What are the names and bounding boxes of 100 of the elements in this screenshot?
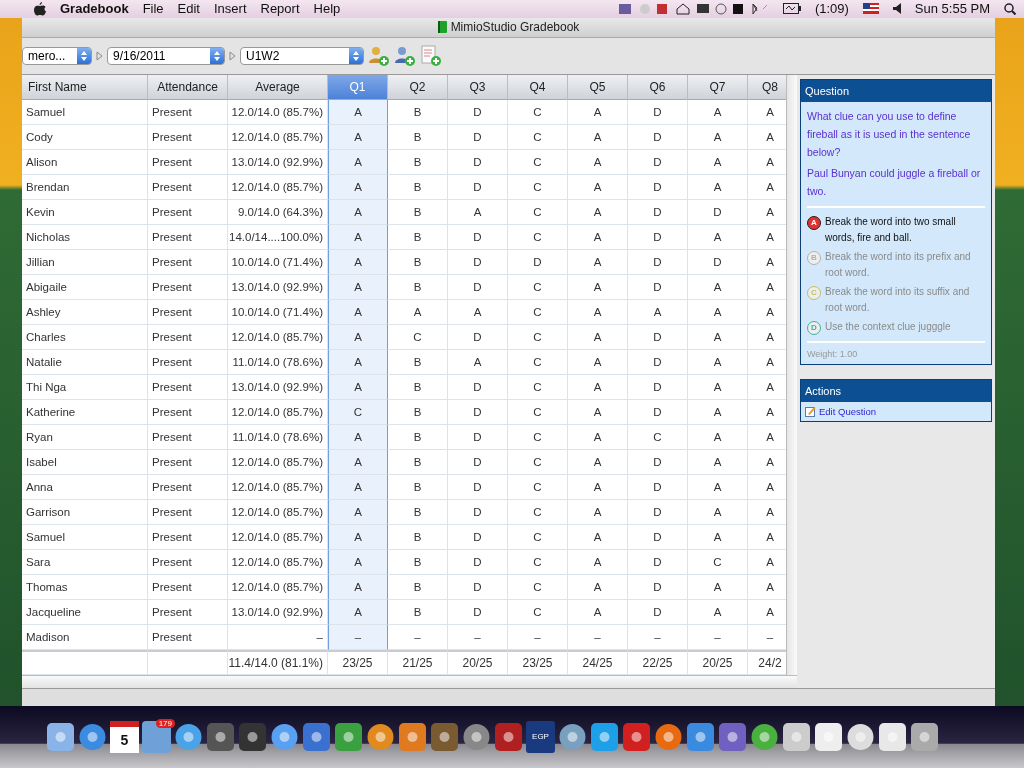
menu-item[interactable]: Edit (177, 1, 200, 17)
table-cell: 13.0/14.0 (92.9%) (228, 599, 328, 625)
app-icon[interactable] (302, 720, 331, 753)
table-cell: – (688, 624, 748, 650)
table-cell: – (388, 624, 448, 650)
table-cell: B (388, 149, 448, 175)
total-cell: 24/25 (568, 649, 628, 675)
column-header[interactable]: Q7 (688, 74, 748, 100)
search-icon[interactable] (1004, 2, 1016, 15)
table-cell: Present (148, 124, 228, 150)
table-cell: Present (148, 224, 228, 250)
column-header[interactable]: Q8 (748, 74, 786, 100)
app-icon[interactable] (622, 720, 651, 753)
column-header[interactable]: Q2 (388, 74, 448, 100)
app-menu[interactable]: Gradebook (60, 1, 129, 17)
vertical-scrollbar[interactable] (786, 74, 797, 675)
apple-icon[interactable] (34, 1, 46, 16)
column-header[interactable]: Q5 (568, 74, 628, 100)
stepper-arrows-icon (80, 49, 88, 62)
column-header[interactable]: Attendance (148, 74, 228, 100)
stepper-arrows-icon (352, 49, 360, 62)
table-cell: A (448, 299, 508, 325)
date-popup[interactable]: 9/16/2011 (107, 46, 225, 65)
calendar-icon[interactable]: 5 (110, 720, 139, 753)
table-cell: D (628, 599, 688, 625)
column-header[interactable]: Average (228, 74, 328, 100)
app-icon[interactable] (494, 720, 523, 753)
app-icon[interactable] (46, 720, 75, 753)
table-cell: D (628, 199, 688, 225)
table-cell: A (568, 274, 628, 300)
flag-icon[interactable] (862, 3, 879, 15)
total-cell: 23/25 (328, 649, 388, 675)
menu-item[interactable]: Help (313, 1, 341, 17)
table-cell: 13.0/14.0 (92.9%) (228, 374, 328, 400)
table-cell: B (388, 449, 448, 475)
menu-clock[interactable]: Sun 5:55 PM (914, 1, 990, 17)
table-cell: 12.0/14.0 (85.7%) (228, 549, 328, 575)
table-cell: A (688, 474, 748, 500)
table-cell: A (688, 599, 748, 625)
app-icon[interactable] (782, 720, 811, 753)
table-cell: A (628, 299, 688, 325)
table-cell: A (688, 524, 748, 550)
add-document-icon[interactable] (420, 44, 442, 67)
table-cell: A (688, 274, 748, 300)
table-cell: Samuel (22, 524, 148, 550)
app-icon[interactable] (398, 720, 427, 753)
column-header[interactable]: Q3 (448, 74, 508, 100)
menu-item[interactable]: File (142, 1, 164, 17)
table-cell: 12.0/14.0 (85.7%) (228, 124, 328, 150)
add-group-icon[interactable] (394, 44, 416, 67)
table-cell: Present (148, 424, 228, 450)
choice-text: Break the word into its prefix and root word. (825, 249, 972, 280)
table-cell: A (568, 549, 628, 575)
choice-letter[interactable]: A (807, 215, 821, 230)
app-icon[interactable] (334, 720, 363, 753)
table-cell: A (568, 199, 628, 225)
table-cell: C (508, 99, 568, 125)
app-icon[interactable] (910, 720, 939, 753)
speaker-icon[interactable] (892, 3, 901, 15)
status-icons[interactable] (618, 1, 769, 16)
table-cell: A (328, 499, 388, 525)
table-cell: C (508, 574, 568, 600)
app-icon[interactable] (718, 720, 747, 753)
battery-icon[interactable] (782, 3, 801, 15)
table-cell: B (388, 424, 448, 450)
table-cell: A (688, 349, 748, 375)
app-icon[interactable] (878, 720, 907, 753)
app-icon[interactable] (430, 720, 459, 753)
table-cell: D (628, 449, 688, 475)
table-cell: A (328, 324, 388, 350)
column-header[interactable]: Q4 (508, 74, 568, 100)
app-icon[interactable] (590, 720, 619, 753)
assessment-popup[interactable]: U1W2 (240, 46, 364, 65)
table-cell: – (448, 624, 508, 650)
table-cell: Garrison (22, 499, 148, 525)
table-cell: D (628, 349, 688, 375)
table-cell: A (328, 124, 388, 150)
table-cell: A (568, 399, 628, 425)
table-cell: A (688, 499, 748, 525)
column-header[interactable]: Q6 (628, 74, 688, 100)
checkmark-app-icon[interactable]: EGP (526, 720, 555, 753)
table-cell: A (568, 124, 628, 150)
table-cell: C (508, 349, 568, 375)
edit-question-link[interactable]: Edit Question (801, 401, 991, 421)
app-icon[interactable] (238, 720, 267, 753)
class-popup[interactable]: mero... (22, 46, 92, 65)
add-student-icon[interactable] (368, 44, 390, 67)
app-icon[interactable] (814, 720, 843, 753)
app-icon[interactable] (206, 720, 235, 753)
table-cell: A (568, 424, 628, 450)
menu-item[interactable]: Insert (214, 1, 247, 17)
table-cell: C (508, 324, 568, 350)
table-cell: B (388, 399, 448, 425)
column-header[interactable]: First Name (22, 74, 148, 100)
table-cell: A (688, 124, 748, 150)
app-icon[interactable] (686, 720, 715, 753)
table-cell: 10.0/14.0 (71.4%) (228, 249, 328, 275)
menu-item[interactable]: Report (260, 1, 300, 17)
question-text: What clue can you use to define fireball as it is used in the sentence below? (807, 108, 972, 160)
table-cell: C (508, 299, 568, 325)
